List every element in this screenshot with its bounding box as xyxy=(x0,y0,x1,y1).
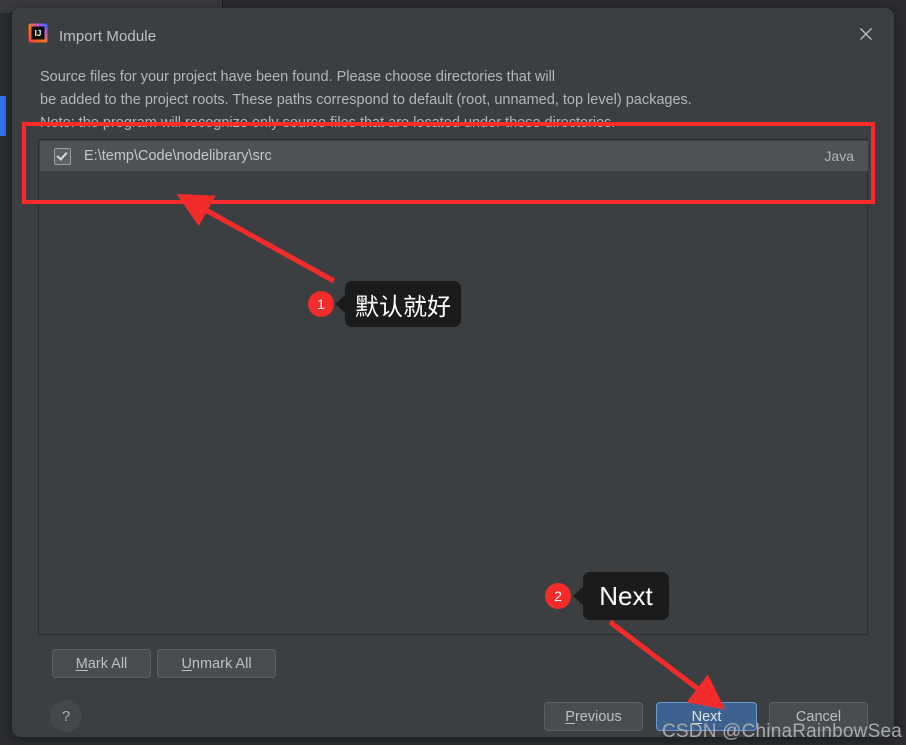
description-line-3: Note: the program will recognize only so… xyxy=(40,115,616,131)
unmark-all-label: Unmark All xyxy=(181,655,252,672)
watermark: CSDN @ChinaRainbowSea xyxy=(662,721,902,742)
mark-all-label: Mark All xyxy=(75,655,128,672)
source-directory-checkbox[interactable] xyxy=(54,147,71,165)
page-title: Import Module xyxy=(59,28,157,45)
import-module-dialog: IJ Import Module Source files for your p… xyxy=(12,8,902,742)
list-item[interactable]: E:\temp\Code\nodelibrary\src Java xyxy=(40,141,868,171)
previous-button[interactable]: Previous xyxy=(544,702,643,731)
dialog-titlebar: IJ Import Module xyxy=(12,8,894,56)
close-icon[interactable] xyxy=(854,22,878,46)
help-label: ? xyxy=(61,707,71,725)
intellij-idea-icon: IJ xyxy=(28,23,48,43)
source-directory-path: E:\temp\Code\nodelibrary\src xyxy=(84,148,272,164)
background-accent-strip xyxy=(0,96,6,136)
help-button[interactable]: ? xyxy=(50,700,82,732)
source-directories-list[interactable]: E:\temp\Code\nodelibrary\src Java xyxy=(38,139,868,635)
source-directory-type: Java xyxy=(824,148,854,164)
dialog-description: Source files for your project have been … xyxy=(40,66,840,135)
mark-all-button[interactable]: Mark All xyxy=(52,649,151,678)
unmark-all-button[interactable]: Unmark All xyxy=(157,649,276,678)
previous-label: Previous xyxy=(565,708,622,725)
description-line-2: be added to the project roots. These pat… xyxy=(40,92,692,108)
svg-text:IJ: IJ xyxy=(35,29,42,38)
description-line-1: Source files for your project have been … xyxy=(40,69,556,85)
